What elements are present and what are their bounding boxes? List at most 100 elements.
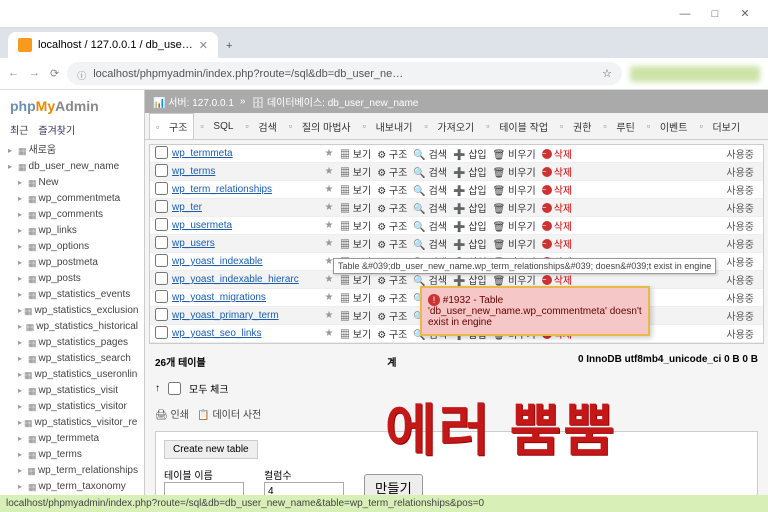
view-link[interactable]: ▦ 보기 <box>340 218 371 233</box>
del-link[interactable]: − 삭제 <box>542 236 572 251</box>
row-check[interactable] <box>155 146 168 159</box>
row-check[interactable] <box>155 308 168 321</box>
tree-node[interactable]: ▸▦ wp_terms <box>6 447 138 463</box>
tree-node[interactable]: ▸▦ wp_comments <box>6 207 138 223</box>
struct-link[interactable]: ⚙ 구조 <box>377 164 407 179</box>
struct-link[interactable]: ⚙ 구조 <box>377 326 407 341</box>
star-icon[interactable]: ★ <box>322 310 336 321</box>
empty-link[interactable]: 🗑 비우기 <box>493 164 536 179</box>
tree-node[interactable]: ▸▦ wp_statistics_search <box>6 351 138 367</box>
del-link[interactable]: − 삭제 <box>542 182 572 197</box>
min-button[interactable]: — <box>670 2 700 26</box>
table-link[interactable]: wp_terms <box>172 166 322 177</box>
struct-link[interactable]: ⚙ 구조 <box>377 290 407 305</box>
view-link[interactable]: ▦ 보기 <box>340 200 371 215</box>
del-link[interactable]: − 삭제 <box>542 218 572 233</box>
table-link[interactable]: wp_yoast_seo_links <box>172 328 322 339</box>
view-link[interactable]: ▦ 보기 <box>340 290 371 305</box>
insert-link[interactable]: ➕ 삽입 <box>453 200 487 215</box>
struct-link[interactable]: ⚙ 구조 <box>377 272 407 287</box>
del-link[interactable]: − 삭제 <box>542 200 572 215</box>
row-check[interactable] <box>155 254 168 267</box>
tab-2[interactable]: ▫검색 <box>239 113 282 139</box>
insert-link[interactable]: ➕ 삽입 <box>453 272 487 287</box>
view-link[interactable]: ▦ 보기 <box>340 236 371 251</box>
tree-node[interactable]: ▸▦ wp_statistics_visitor_relatio <box>6 415 138 431</box>
close-tab-icon[interactable]: ✕ <box>199 39 208 52</box>
row-check[interactable] <box>155 236 168 249</box>
tab-10[interactable]: ▫더보기 <box>693 113 746 139</box>
server-crumb[interactable]: 📊 서버: 127.0.0.1 <box>153 94 234 109</box>
row-check[interactable] <box>155 182 168 195</box>
tab-6[interactable]: ▫테이블 작업 <box>480 113 554 139</box>
table-link[interactable]: wp_term_relationships <box>172 184 322 195</box>
struct-link[interactable]: ⚙ 구조 <box>377 200 407 215</box>
tree-node[interactable]: ▸▦ 새로움 <box>6 143 138 159</box>
checkall-box[interactable] <box>168 382 181 395</box>
search-link[interactable]: 🔍 검색 <box>413 236 447 251</box>
tree-node[interactable]: ▸▦ wp_postmeta <box>6 255 138 271</box>
empty-link[interactable]: 🗑 비우기 <box>493 200 536 215</box>
reload-icon[interactable]: ⟳ <box>50 67 59 80</box>
row-check[interactable] <box>155 272 168 285</box>
table-link[interactable]: wp_usermeta <box>172 220 322 231</box>
del-link[interactable]: − 삭제 <box>542 164 572 179</box>
tab-7[interactable]: ▫권한 <box>554 113 597 139</box>
struct-link[interactable]: ⚙ 구조 <box>377 308 407 323</box>
row-check[interactable] <box>155 200 168 213</box>
star-icon[interactable]: ★ <box>322 220 336 231</box>
empty-link[interactable]: 🗑 비우기 <box>493 218 536 233</box>
recent-tab[interactable]: 최근 <box>10 122 28 137</box>
view-link[interactable]: ▦ 보기 <box>340 326 371 341</box>
tree-node[interactable]: ▸▦ wp_commentmeta <box>6 191 138 207</box>
tree-node[interactable]: ▸▦ wp_statistics_visitor <box>6 399 138 415</box>
tree-node[interactable]: ▸▦ wp_posts <box>6 271 138 287</box>
struct-link[interactable]: ⚙ 구조 <box>377 236 407 251</box>
fwd-icon[interactable]: → <box>29 67 40 80</box>
view-link[interactable]: ▦ 보기 <box>340 146 371 161</box>
tab-9[interactable]: ▫이벤트 <box>641 113 694 139</box>
tab-5[interactable]: ▫가져오기 <box>418 113 480 139</box>
row-check[interactable] <box>155 218 168 231</box>
insert-link[interactable]: ➕ 삽입 <box>453 218 487 233</box>
browser-tab[interactable]: localhost / 127.0.0.1 / db_use… ✕ <box>8 32 218 58</box>
insert-link[interactable]: ➕ 삽입 <box>453 146 487 161</box>
star-icon[interactable]: ☆ <box>602 67 612 80</box>
struct-link[interactable]: ⚙ 구조 <box>377 182 407 197</box>
row-check[interactable] <box>155 290 168 303</box>
url-input[interactable]: ⓘ localhost/phpmyadmin/index.php?route=/… <box>67 62 622 85</box>
view-link[interactable]: ▦ 보기 <box>340 308 371 323</box>
star-icon[interactable]: ★ <box>322 148 336 159</box>
star-icon[interactable]: ★ <box>322 274 336 285</box>
back-icon[interactable]: ← <box>8 67 19 80</box>
tree-node[interactable]: ▸▦ New <box>6 175 138 191</box>
star-icon[interactable]: ★ <box>322 328 336 339</box>
row-check[interactable] <box>155 326 168 339</box>
table-link[interactable]: wp_yoast_indexable_hierarc <box>172 274 322 285</box>
search-link[interactable]: 🔍 검색 <box>413 164 447 179</box>
tree-node[interactable]: ▸▦ wp_statistics_useronline <box>6 367 138 383</box>
tab-4[interactable]: ▫내보내기 <box>357 113 419 139</box>
tree-node[interactable]: ▸▦ wp_statistics_exclusions <box>6 303 138 319</box>
star-icon[interactable]: ★ <box>322 238 336 249</box>
dict-link[interactable]: 데이터 사전 <box>212 410 261 421</box>
empty-link[interactable]: 🗑 비우기 <box>493 146 536 161</box>
table-link[interactable]: wp_termmeta <box>172 148 322 159</box>
star-icon[interactable]: ★ <box>322 202 336 213</box>
insert-link[interactable]: ➕ 삽입 <box>453 164 487 179</box>
search-link[interactable]: 🔍 검색 <box>413 218 447 233</box>
new-tab-button[interactable]: + <box>218 34 240 58</box>
insert-link[interactable]: ➕ 삽입 <box>453 182 487 197</box>
tree-node[interactable]: ▸▦ wp_options <box>6 239 138 255</box>
search-link[interactable]: 🔍 검색 <box>413 182 447 197</box>
view-link[interactable]: ▦ 보기 <box>340 182 371 197</box>
star-icon[interactable]: ★ <box>322 184 336 195</box>
empty-link[interactable]: 🗑 비우기 <box>493 272 536 287</box>
row-check[interactable] <box>155 164 168 177</box>
del-link[interactable]: − 삭제 <box>542 146 572 161</box>
print-link[interactable]: 인쇄 <box>170 410 188 421</box>
del-link[interactable]: − 삭제 <box>542 272 572 287</box>
tree-node[interactable]: ▸▦ wp_term_relationships <box>6 463 138 479</box>
tab-0[interactable]: ▫구조 <box>149 113 194 139</box>
search-link[interactable]: 🔍 검색 <box>413 146 447 161</box>
